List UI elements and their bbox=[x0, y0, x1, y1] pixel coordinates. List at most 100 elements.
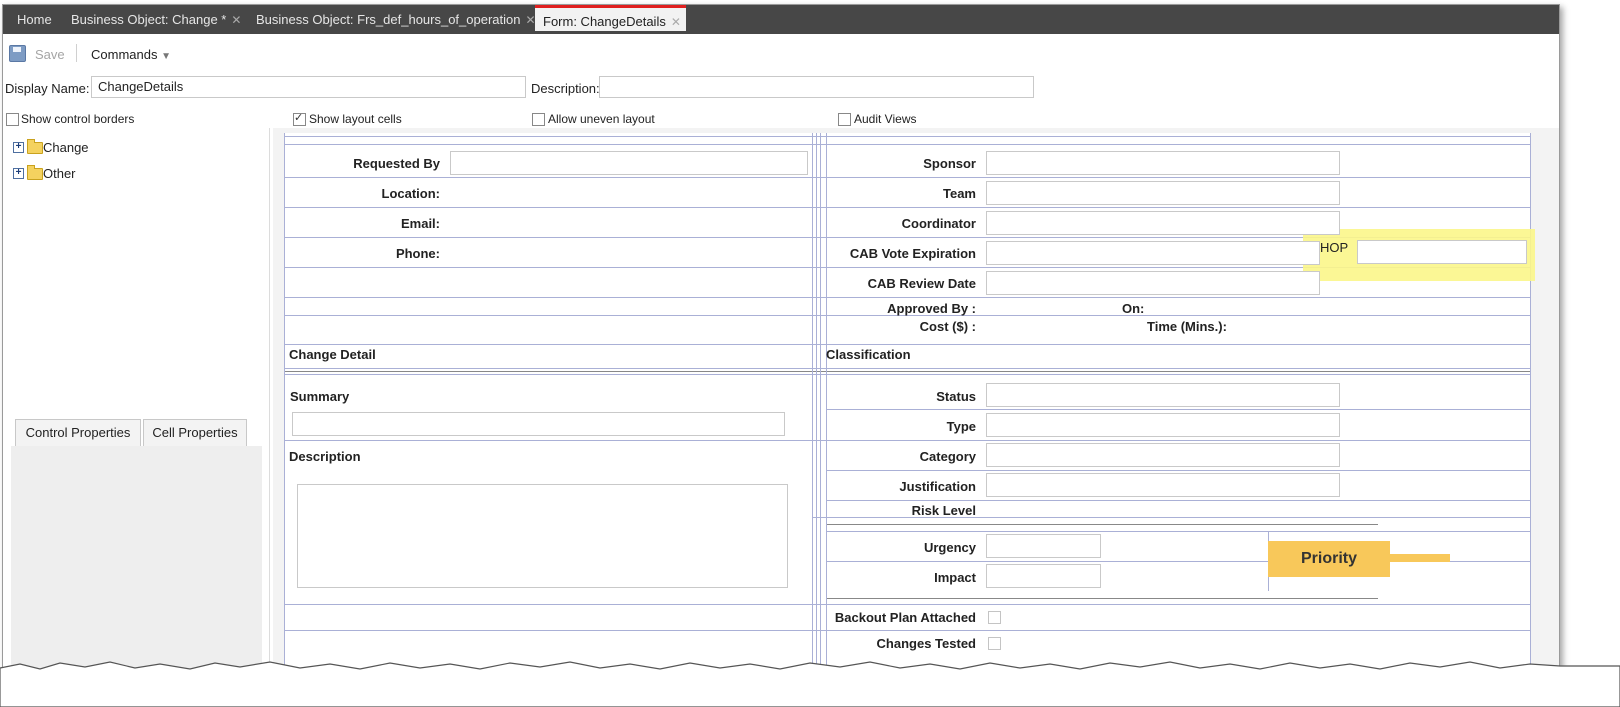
hop-input[interactable] bbox=[1357, 240, 1527, 264]
grid-line bbox=[284, 604, 1530, 605]
grid-line bbox=[284, 440, 1530, 441]
backout-plan-checkbox[interactable] bbox=[988, 611, 1001, 624]
summary-label: Summary bbox=[290, 389, 350, 404]
grid-line bbox=[284, 344, 1530, 345]
torn-edge-decoration bbox=[0, 661, 1620, 707]
folder-icon bbox=[27, 165, 43, 180]
approved-by-label: Approved By : bbox=[887, 301, 976, 316]
tab-bar: Home Business Object: Change * ✕ Business… bbox=[3, 5, 1559, 34]
priority-callout-pointer bbox=[1390, 554, 1450, 562]
cab-vote-expiration-input[interactable] bbox=[986, 241, 1320, 265]
show-control-borders-label: Show control borders bbox=[21, 112, 135, 126]
type-label: Type bbox=[946, 419, 976, 434]
folder-icon bbox=[27, 139, 43, 154]
save-icon bbox=[9, 45, 26, 62]
tab-control-properties[interactable]: Control Properties bbox=[15, 419, 141, 447]
expand-icon[interactable]: + bbox=[13, 142, 24, 153]
priority-callout: Priority bbox=[1268, 541, 1390, 577]
grid-line bbox=[284, 368, 1530, 369]
grid-line bbox=[284, 144, 1530, 145]
tab-label: Form: ChangeDetails bbox=[543, 14, 666, 29]
phone-label: Phone: bbox=[395, 246, 440, 261]
team-input[interactable] bbox=[986, 181, 1340, 205]
classification-heading: Classification bbox=[826, 347, 911, 362]
close-icon[interactable]: ✕ bbox=[671, 15, 681, 29]
sponsor-label: Sponsor bbox=[923, 156, 976, 171]
audit-views-label: Audit Views bbox=[854, 112, 917, 126]
cab-vote-expiration-label: CAB Vote Expiration bbox=[849, 246, 976, 261]
grid-line bbox=[284, 371, 1530, 372]
tab-business-object-change[interactable]: Business Object: Change * ✕ bbox=[71, 5, 241, 34]
location-label: Location: bbox=[381, 186, 441, 201]
properties-panel bbox=[11, 446, 262, 685]
coordinator-label: Coordinator bbox=[901, 216, 976, 231]
grid-line bbox=[826, 409, 1530, 410]
show-layout-cells-checkbox[interactable] bbox=[293, 111, 306, 126]
show-control-borders-checkbox[interactable] bbox=[6, 113, 19, 126]
cab-review-date-input[interactable] bbox=[986, 271, 1320, 295]
team-label: Team bbox=[943, 186, 976, 201]
urgency-label: Urgency bbox=[923, 540, 976, 555]
show-layout-cells-label: Show layout cells bbox=[309, 112, 402, 126]
grid-line bbox=[826, 500, 1530, 501]
grid-line bbox=[284, 374, 1530, 375]
coordinator-input[interactable] bbox=[986, 211, 1340, 235]
display-name-input[interactable]: ChangeDetails bbox=[91, 76, 526, 98]
sponsor-input[interactable] bbox=[986, 151, 1340, 175]
save-button[interactable]: Save bbox=[35, 47, 65, 62]
tab-label: Business Object: Change * bbox=[71, 12, 227, 27]
tab-form-changedetails[interactable]: Form: ChangeDetails ✕ bbox=[535, 5, 686, 31]
allow-uneven-layout-label: Allow uneven layout bbox=[548, 112, 655, 126]
audit-views-checkbox[interactable] bbox=[838, 113, 851, 126]
backout-plan-label: Backout Plan Attached bbox=[834, 610, 976, 625]
time-label: Time (Mins.): bbox=[1147, 319, 1227, 334]
close-icon[interactable]: ✕ bbox=[231, 13, 241, 27]
impact-label: Impact bbox=[934, 570, 976, 585]
tab-business-object-hours[interactable]: Business Object: Frs_def_hours_of_operat… bbox=[256, 5, 536, 34]
toolbar: Save Commands ▼ bbox=[3, 34, 1559, 70]
status-input[interactable] bbox=[986, 383, 1340, 407]
grid-line bbox=[284, 207, 1530, 208]
expand-icon[interactable]: + bbox=[13, 168, 24, 179]
tab-label: Home bbox=[17, 12, 52, 27]
grid-line bbox=[1530, 133, 1531, 693]
type-input[interactable] bbox=[986, 413, 1340, 437]
display-name-label: Display Name: bbox=[5, 81, 90, 96]
tab-cell-properties[interactable]: Cell Properties bbox=[143, 419, 247, 447]
impact-input[interactable] bbox=[986, 564, 1101, 588]
tab-home[interactable]: Home bbox=[17, 5, 52, 34]
toolbar-divider bbox=[76, 44, 77, 62]
category-label: Category bbox=[919, 449, 976, 464]
grid-line bbox=[826, 598, 1378, 599]
status-label: Status bbox=[936, 389, 976, 404]
grid-line bbox=[284, 133, 285, 693]
grid-line bbox=[826, 470, 1530, 471]
email-label: Email: bbox=[400, 216, 440, 231]
cost-label: Cost ($) : bbox=[919, 319, 976, 334]
grid-line bbox=[826, 524, 1378, 525]
description-textarea[interactable] bbox=[297, 484, 788, 588]
grid-line bbox=[284, 630, 1530, 631]
summary-input[interactable] bbox=[292, 412, 785, 436]
grid-line bbox=[812, 133, 813, 693]
on-label: On: bbox=[1122, 301, 1145, 316]
justification-input[interactable] bbox=[986, 473, 1340, 497]
allow-uneven-layout-checkbox[interactable] bbox=[532, 113, 545, 126]
requested-by-label: Requested By bbox=[353, 156, 440, 171]
changes-tested-checkbox[interactable] bbox=[988, 637, 1001, 650]
risk-level-label: Risk Level bbox=[911, 503, 976, 518]
tree-item-other[interactable]: Other bbox=[43, 166, 76, 181]
category-input[interactable] bbox=[986, 443, 1340, 467]
description-field-label: Description bbox=[289, 449, 361, 464]
urgency-input[interactable] bbox=[986, 534, 1101, 558]
description-input[interactable] bbox=[599, 76, 1034, 98]
changes-tested-label: Changes Tested bbox=[876, 636, 976, 651]
grid-line bbox=[820, 133, 821, 693]
requested-by-input[interactable] bbox=[450, 151, 808, 175]
grid-line bbox=[284, 136, 1530, 137]
commands-label: Commands bbox=[91, 47, 158, 62]
description-label: Description: bbox=[531, 81, 600, 96]
commands-menu[interactable]: Commands ▼ bbox=[91, 47, 171, 62]
grid-line bbox=[284, 177, 1530, 178]
tree-item-change[interactable]: Change bbox=[43, 140, 89, 155]
